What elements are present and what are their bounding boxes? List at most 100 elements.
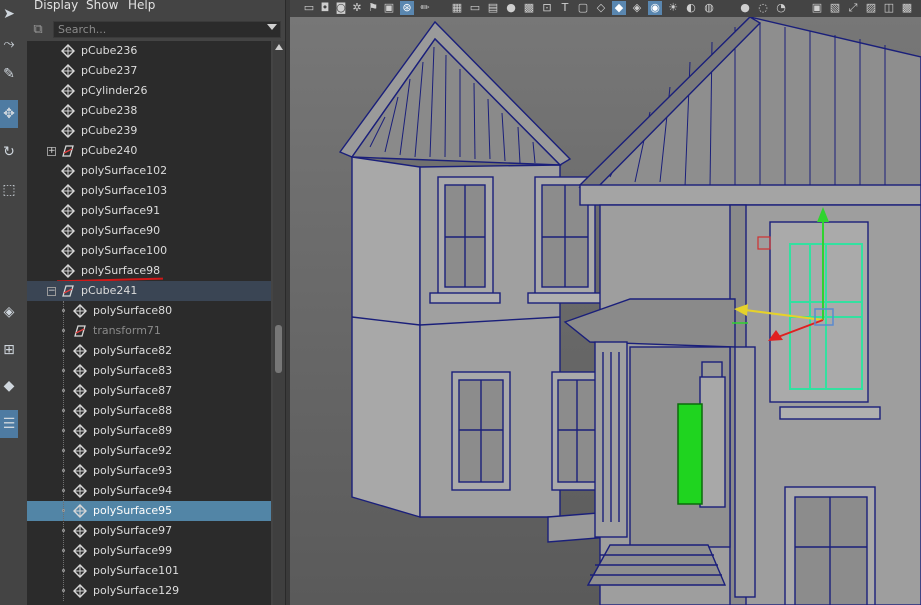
gamma-icon[interactable]: ▩ xyxy=(900,1,914,15)
outliner-item[interactable]: pCube239 xyxy=(27,121,271,141)
outliner-item-label: polySurface95 xyxy=(93,504,173,517)
filter-icon[interactable]: ⧉ xyxy=(30,22,46,38)
outliner-item-label: transform71 xyxy=(93,324,161,337)
outliner-item[interactable]: − pCube241 xyxy=(27,281,271,301)
mesh-icon xyxy=(73,544,87,558)
field-chart-icon[interactable]: ▩ xyxy=(522,1,536,15)
layout-outliner-icon[interactable]: ☰ xyxy=(0,410,18,438)
mesh-icon xyxy=(61,44,75,58)
camera-attributes-icon[interactable]: ◘ xyxy=(318,1,332,15)
safe-action-icon[interactable]: ⊡ xyxy=(540,1,554,15)
outliner-item[interactable]: polySurface100 xyxy=(27,241,271,261)
flag-icon[interactable]: ⚑ xyxy=(366,1,380,15)
viewport-toolbar: ▭ ◘ ◙ ✲ ⚑ ▣ ⊛ ✏ ▦ ▭ ▤ ● ▩ ⊡ T ▢ ◇ ◆ ◈ ◉ … xyxy=(290,0,921,18)
xray-joints-icon[interactable]: ⤢ xyxy=(846,1,860,15)
outliner-scrollbar[interactable] xyxy=(273,41,285,605)
outliner-item-label: pCube240 xyxy=(81,144,138,157)
camera-image-plane-icon[interactable]: ✲ xyxy=(350,1,364,15)
outliner-item-label: pCube236 xyxy=(81,44,138,57)
2d-pan-icon[interactable]: ▣ xyxy=(382,1,396,15)
outliner-item-label: pCylinder26 xyxy=(81,84,148,97)
outliner-item[interactable]: + pCube240 xyxy=(27,141,271,161)
mesh-icon xyxy=(61,164,75,178)
collapse-icon[interactable]: − xyxy=(47,287,56,296)
mesh-icon xyxy=(73,404,87,418)
frame-icon[interactable]: ▢ xyxy=(576,1,590,15)
mesh-icon xyxy=(73,384,87,398)
search-input[interactable] xyxy=(53,21,281,38)
outliner-item-label: polySurface83 xyxy=(93,364,173,377)
pencil-icon[interactable]: ✏ xyxy=(418,1,432,15)
outliner-item[interactable]: pCube237 xyxy=(27,61,271,81)
scale-tool-icon[interactable]: ⬚ xyxy=(0,176,18,204)
wireframe-on-shaded-icon[interactable]: ◈ xyxy=(630,1,644,15)
outliner-item[interactable]: pCube238 xyxy=(27,101,271,121)
layout-persp-icon[interactable]: ◆ xyxy=(0,372,18,400)
mesh-icon xyxy=(73,364,87,378)
screen-space-ao-icon[interactable]: ◍ xyxy=(702,1,716,15)
transform-icon xyxy=(62,145,74,157)
exposure-icon[interactable]: ◫ xyxy=(882,1,896,15)
layout-single-icon[interactable]: ◈ xyxy=(0,298,18,326)
bookmark-icon[interactable]: ◙ xyxy=(334,1,348,15)
outliner-item[interactable]: pCylinder26 xyxy=(27,81,271,101)
menu-show[interactable]: Show xyxy=(86,0,118,12)
scroll-up-arrow-icon[interactable] xyxy=(275,44,283,50)
isolate-select-icon[interactable]: ▣ xyxy=(810,1,824,15)
search-options-chevron-icon[interactable] xyxy=(267,24,277,30)
outliner-item-label: polySurface102 xyxy=(81,164,168,177)
film-gate-icon[interactable]: ▭ xyxy=(468,1,482,15)
3d-viewport[interactable] xyxy=(290,17,921,605)
textured-icon[interactable]: ◉ xyxy=(648,1,662,15)
outliner-item-label: polySurface89 xyxy=(93,424,173,437)
xray-active-icon[interactable]: ▨ xyxy=(864,1,878,15)
smooth-shade-icon[interactable]: ◆ xyxy=(612,1,626,15)
gate-mask-icon[interactable]: ● xyxy=(504,1,518,15)
outliner-item-label: polySurface98 xyxy=(81,264,161,277)
resolution-gate-icon[interactable]: ▤ xyxy=(486,1,500,15)
outliner-item-label: pCube237 xyxy=(81,64,138,77)
grease-pencil-icon[interactable]: ⊛ xyxy=(400,1,414,15)
outliner-item[interactable]: polySurface98 xyxy=(27,261,271,283)
select-tool-icon[interactable]: ➤ xyxy=(0,0,18,28)
outliner-item-label: polySurface103 xyxy=(81,184,168,197)
expand-icon[interactable]: + xyxy=(47,147,56,156)
toolbox: ➤ ⤳ ✎ ✥ ↻ ⬚ ◈ ⊞ ◆ ☰ xyxy=(0,0,21,605)
motion-blur-icon[interactable]: ● xyxy=(738,1,752,15)
outliner-item[interactable]: polySurface103 xyxy=(27,181,271,201)
mesh-icon xyxy=(73,564,87,578)
tree-hierarchy-line xyxy=(63,301,64,601)
use-all-lights-icon[interactable]: ☀ xyxy=(666,1,680,15)
layout-split-icon[interactable]: ⊞ xyxy=(0,336,18,364)
move-tool-icon[interactable]: ✥ xyxy=(0,100,18,128)
outliner-item-label: polySurface100 xyxy=(81,244,168,257)
outliner-item[interactable]: polySurface91 xyxy=(27,201,271,221)
mesh-icon xyxy=(73,504,87,518)
outliner-item-label: polySurface92 xyxy=(93,444,173,457)
anti-aliasing-icon[interactable]: ◌ xyxy=(756,1,770,15)
lasso-tool-icon[interactable]: ⤳ xyxy=(0,30,18,58)
outliner-item-label: polySurface99 xyxy=(93,544,173,557)
outliner-item[interactable]: polySurface90 xyxy=(27,221,271,241)
paint-select-tool-icon[interactable]: ✎ xyxy=(0,60,18,88)
scroll-thumb[interactable] xyxy=(275,325,282,373)
mesh-icon xyxy=(73,424,87,438)
wireframe-shading-icon[interactable]: ◇ xyxy=(594,1,608,15)
outliner-item[interactable]: pCube236 xyxy=(27,41,271,61)
camera-select-icon[interactable]: ▭ xyxy=(302,1,316,15)
mesh-icon xyxy=(73,444,87,458)
selected-mesh-polysurface95[interactable] xyxy=(677,403,703,505)
xray-icon[interactable]: ▧ xyxy=(828,1,842,15)
menu-help[interactable]: Help xyxy=(128,0,155,12)
outliner-item[interactable]: polySurface102 xyxy=(27,161,271,181)
outliner-item-label: polySurface94 xyxy=(93,484,173,497)
safe-title-icon[interactable]: T xyxy=(558,1,572,15)
mesh-icon xyxy=(61,184,75,198)
grid-icon[interactable]: ▦ xyxy=(450,1,464,15)
menu-display[interactable]: Display xyxy=(34,0,78,12)
shadows-icon[interactable]: ◐ xyxy=(684,1,698,15)
rotate-tool-icon[interactable]: ↻ xyxy=(0,138,18,166)
transform-icon xyxy=(74,325,86,337)
mesh-icon xyxy=(61,224,75,238)
depth-of-field-icon[interactable]: ◔ xyxy=(774,1,788,15)
